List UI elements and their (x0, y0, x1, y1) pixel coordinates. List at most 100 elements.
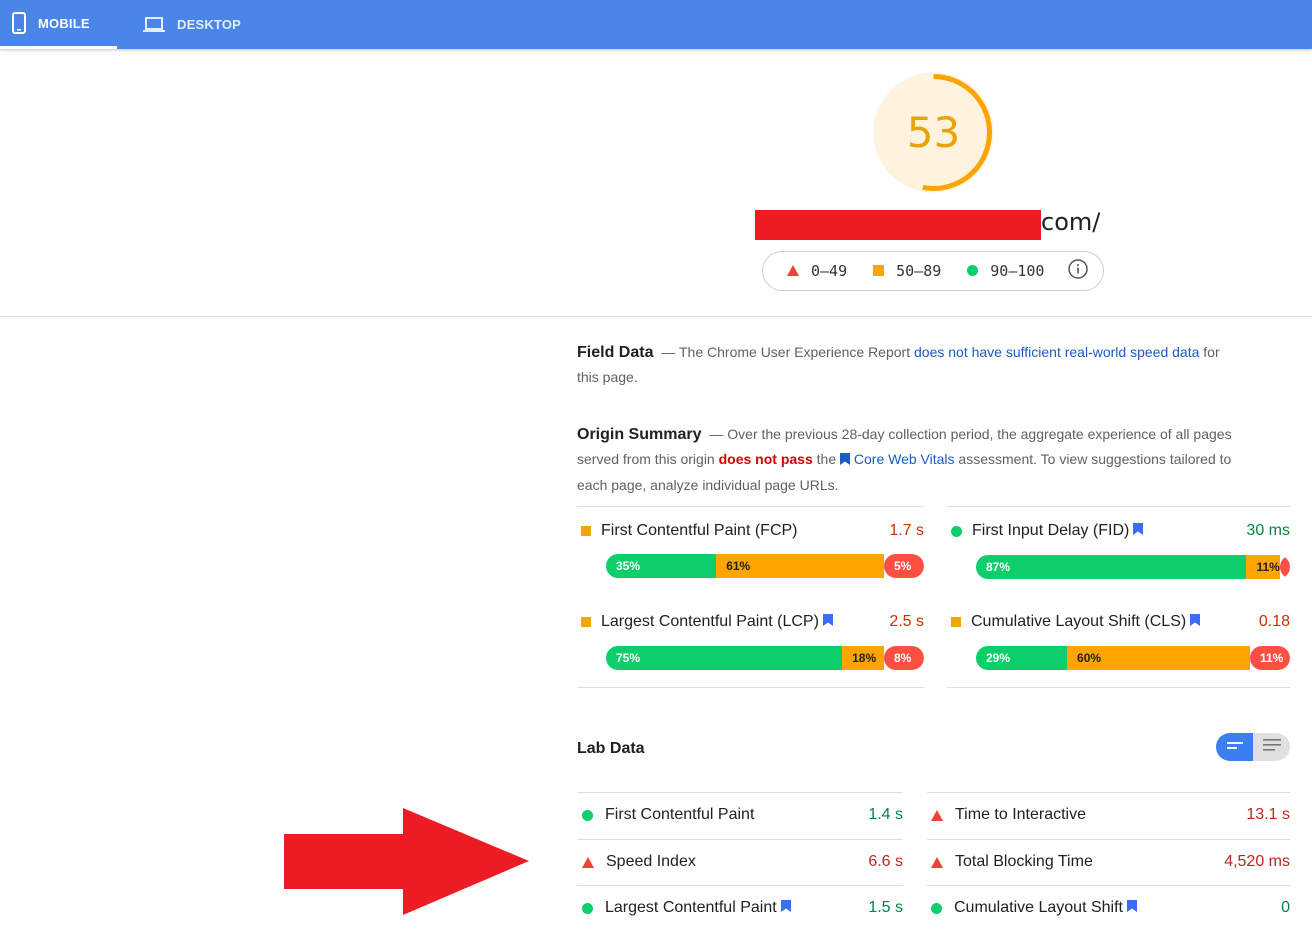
summary-view-button[interactable] (1216, 733, 1253, 761)
metric-name: First Contentful Paint (FCP) (601, 522, 798, 539)
url-redaction (755, 210, 1041, 240)
metric-value: 30 ms (1246, 522, 1290, 539)
average-square-icon (951, 617, 961, 627)
lab-metric-fcp: First Contentful Paint 1.4 s (582, 792, 903, 838)
distribution-bar: 35% 61% 5% (606, 554, 924, 578)
lab-metric-tti: Time to Interactive 13.1 s (931, 792, 1290, 838)
average-segment: 11% (1246, 555, 1280, 579)
field-data-text: The Chrome User Experience Report (679, 344, 911, 360)
poor-segment: 8% (884, 646, 924, 670)
circle-icon (967, 262, 979, 280)
divider (577, 506, 924, 507)
detailed-view-icon (1262, 738, 1281, 756)
origin-metric-fcp: First Contentful Paint (FCP) 1.7 s 35% 61… (581, 519, 924, 579)
metric-name: Largest Contentful Paint (605, 899, 777, 916)
average-segment: 60% (1067, 646, 1250, 670)
detailed-view-button[interactable] (1253, 733, 1290, 761)
tab-desktop[interactable]: DESKTOP (143, 0, 241, 49)
metric-value: 13.1 s (1246, 806, 1290, 823)
metric-name: Cumulative Layout Shift (954, 899, 1123, 916)
lab-metric-speed-index: Speed Index 6.6 s (582, 839, 903, 885)
summary-view-icon (1226, 738, 1243, 756)
average-segment: 61% (716, 554, 884, 578)
origin-summary-title: Origin Summary (577, 426, 702, 443)
origin-summary-section: Origin Summary — Over the previous 28-da… (577, 422, 1242, 498)
metric-value: 2.5 s (889, 613, 924, 630)
legend-poor: 0–49 (787, 262, 847, 280)
lab-data-title: Lab Data (577, 740, 645, 757)
phone-icon (12, 12, 26, 34)
origin-summary-dash: — (709, 426, 724, 442)
tab-desktop-label: DESKTOP (177, 17, 242, 32)
bookmark-icon (1126, 899, 1137, 917)
metric-name: Speed Index (606, 853, 696, 870)
bookmark-icon (840, 448, 850, 473)
performance-score-value: 53 (906, 108, 961, 157)
good-circle-icon (582, 809, 593, 821)
metric-value: 1.7 s (889, 522, 924, 539)
good-segment: 35% (606, 554, 717, 578)
legend-good: 90–100 (967, 262, 1044, 280)
metric-value: 6.6 s (868, 853, 903, 870)
metric-name: Total Blocking Time (955, 853, 1093, 870)
page-url-suffix: com/ (1041, 208, 1101, 236)
laptop-icon (143, 16, 165, 33)
good-circle-icon (951, 525, 962, 537)
good-segment: 75% (606, 646, 843, 670)
origin-fail-label: does not pass (718, 451, 813, 467)
metric-name: Largest Contentful Paint (LCP) (601, 613, 819, 630)
divider (947, 506, 1290, 507)
field-data-section: Field Data — The Chrome User Experience … (577, 340, 1242, 390)
view-toggle[interactable] (1216, 733, 1290, 761)
good-segment: 87% (976, 555, 1247, 579)
origin-summary-text-2: the (816, 451, 837, 467)
field-data-link[interactable]: does not have sufficient real-world spee… (914, 344, 1199, 360)
annotation-arrow (284, 808, 530, 923)
field-data-title: Field Data (577, 344, 654, 361)
tab-mobile-label: MOBILE (38, 15, 90, 31)
distribution-bar: 75% 18% 8% (606, 646, 924, 670)
tab-mobile[interactable]: MOBILE (0, 0, 117, 49)
metric-name: First Input Delay (FID) (972, 522, 1130, 539)
field-data-dash: — (661, 344, 676, 360)
distribution-bar: 87%11%3% (976, 555, 1290, 579)
metric-value: 1.5 s (868, 899, 903, 916)
performance-score-gauge: 53 (873, 72, 994, 193)
poor-segment: 5% (884, 554, 924, 578)
score-legend: 0–49 50–89 90–100 (762, 251, 1104, 291)
metric-name: Time to Interactive (955, 806, 1087, 823)
metric-name: Cumulative Layout Shift (CLS) (971, 613, 1187, 630)
origin-metric-cls: Cumulative Layout Shift (CLS) 0.18 29% 60… (951, 610, 1290, 670)
info-icon[interactable] (1068, 259, 1089, 283)
metric-value: 0 (1281, 899, 1290, 916)
average-square-icon (581, 526, 591, 536)
good-segment: 29% (976, 646, 1068, 670)
legend-good-label: 90–100 (990, 262, 1045, 280)
divider (947, 687, 1290, 688)
origin-metric-lcp: Largest Contentful Paint (LCP) 2.5 s 75%… (581, 610, 924, 670)
section-divider (0, 316, 1312, 317)
lab-metric-lcp: Largest Contentful Paint 1.5 s (582, 885, 903, 931)
divider (577, 687, 924, 688)
legend-poor-label: 0–49 (811, 262, 848, 280)
square-icon (873, 262, 885, 280)
lab-metric-cls: Cumulative Layout Shift 0 (931, 885, 1290, 931)
top-bar: MOBILE DESKTOP (0, 0, 1312, 49)
legend-average: 50–89 (873, 262, 941, 280)
distribution-bar: 29% 60% 11% (976, 646, 1290, 670)
good-circle-icon (582, 902, 593, 914)
origin-metric-fid: First Input Delay (FID) 30 ms 87%11%3% (951, 519, 1290, 579)
bookmark-icon (1190, 613, 1201, 631)
legend-average-label: 50–89 (896, 262, 942, 280)
poor-triangle-icon (931, 809, 943, 821)
core-web-vitals-link[interactable]: Core Web Vitals (854, 451, 955, 467)
poor-triangle-icon (582, 856, 594, 868)
poor-segment: 3% (1279, 555, 1290, 579)
bookmark-icon (1133, 522, 1144, 540)
average-square-icon (581, 617, 591, 627)
bookmark-icon (822, 613, 833, 631)
bookmark-icon (780, 899, 791, 917)
poor-triangle-icon (931, 856, 943, 868)
good-circle-icon (931, 902, 942, 914)
poor-segment: 11% (1250, 646, 1290, 670)
